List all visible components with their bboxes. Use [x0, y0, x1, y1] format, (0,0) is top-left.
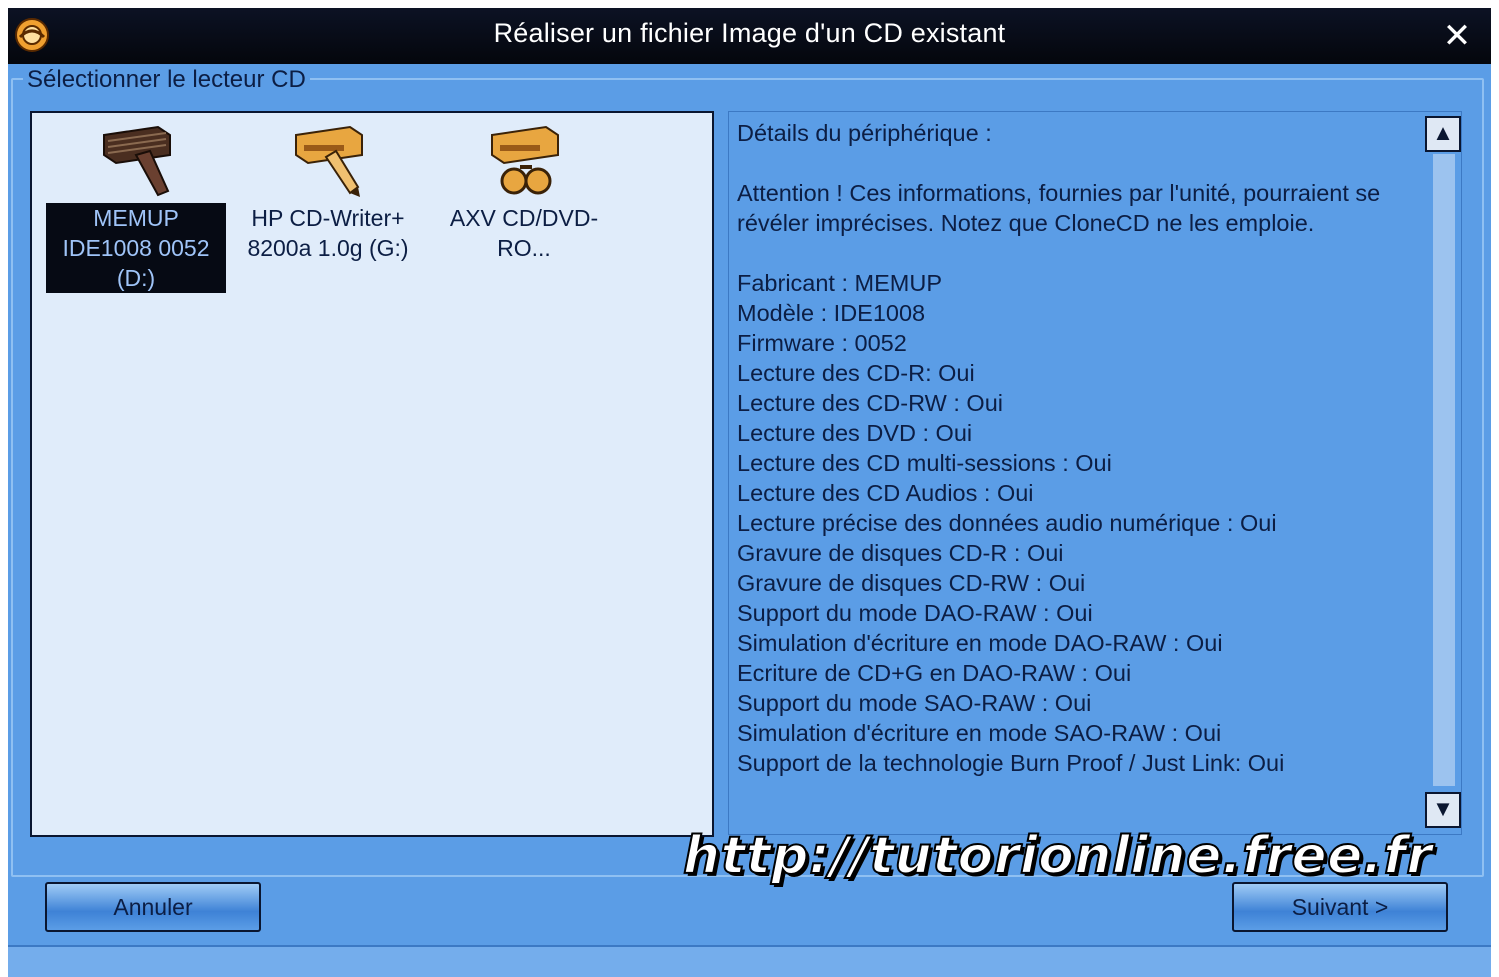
- group-legend: Sélectionner le lecteur CD: [23, 66, 310, 94]
- drive-label: MEMUP IDE1008 0052 (D:): [46, 203, 226, 293]
- drive-item-memup[interactable]: MEMUP IDE1008 0052 (D:): [46, 121, 226, 293]
- detail-line: Lecture des DVD : Oui: [737, 420, 973, 446]
- details-heading: Détails du périphérique :: [737, 120, 992, 146]
- device-details-text: Détails du périphérique : Attention ! Ce…: [737, 118, 1417, 778]
- next-button[interactable]: Suivant >: [1232, 882, 1448, 932]
- detail-line: Modèle : IDE1008: [737, 300, 926, 326]
- detail-line: Lecture des CD-RW : Oui: [737, 390, 1003, 416]
- drive-label: AXV CD/DVD-RO...: [449, 205, 599, 261]
- detail-line: Support de la technologie Burn Proof / J…: [737, 750, 1285, 776]
- virtual-drive-icon: [491, 125, 559, 195]
- window-title: Réaliser un fichier Image d'un CD exista…: [493, 18, 1006, 48]
- drive-item-axv[interactable]: AXV CD/DVD-RO...: [434, 121, 614, 263]
- detail-line: Gravure de disques CD-R : Oui: [737, 540, 1064, 566]
- drive-label: HP CD-Writer+ 8200a 1.0g (G:): [247, 205, 409, 261]
- detail-line: Lecture des CD-R: Oui: [737, 360, 975, 386]
- detail-line: Support du mode DAO-RAW : Oui: [737, 600, 1093, 626]
- cd-drive-icon: [103, 125, 171, 197]
- detail-line: Support du mode SAO-RAW : Oui: [737, 690, 1092, 716]
- details-warning: Attention ! Ces informations, fournies p…: [737, 180, 1381, 236]
- detail-line: Simulation d'écriture en mode SAO-RAW : …: [737, 720, 1222, 746]
- detail-line: Simulation d'écriture en mode DAO-RAW : …: [737, 630, 1223, 656]
- close-icon[interactable]: ✕: [1437, 16, 1477, 56]
- detail-line: Firmware : 0052: [737, 330, 907, 356]
- detail-line: Fabricant : MEMUP: [737, 270, 943, 296]
- cancel-button[interactable]: Annuler: [45, 882, 261, 932]
- cd-writer-icon: [295, 125, 363, 197]
- watermark: http://tutorionline.free.fr: [682, 825, 1433, 887]
- scroll-up-icon[interactable]: ▲: [1425, 116, 1461, 152]
- status-bar: [8, 945, 1491, 977]
- drive-list[interactable]: MEMUP IDE1008 0052 (D:) HP CD-Writer+ 82…: [30, 111, 714, 837]
- scroll-down-icon[interactable]: ▼: [1425, 792, 1461, 828]
- vertical-scrollbar[interactable]: ▲ ▼: [1425, 112, 1465, 834]
- title-bar[interactable]: Réaliser un fichier Image d'un CD exista…: [8, 8, 1491, 64]
- detail-line: Gravure de disques CD-RW : Oui: [737, 570, 1086, 596]
- dialog-window: Réaliser un fichier Image d'un CD exista…: [8, 8, 1491, 977]
- device-details-panel[interactable]: Détails du périphérique : Attention ! Ce…: [728, 111, 1462, 835]
- scroll-track[interactable]: [1433, 154, 1455, 786]
- detail-line: Ecriture de CD+G en DAO-RAW : Oui: [737, 660, 1132, 686]
- detail-line: Lecture des CD Audios : Oui: [737, 480, 1034, 506]
- detail-line: Lecture précise des données audio numéri…: [737, 510, 1277, 536]
- drive-item-hp[interactable]: HP CD-Writer+ 8200a 1.0g (G:): [238, 121, 418, 263]
- detail-line: Lecture des CD multi-sessions : Oui: [737, 450, 1112, 476]
